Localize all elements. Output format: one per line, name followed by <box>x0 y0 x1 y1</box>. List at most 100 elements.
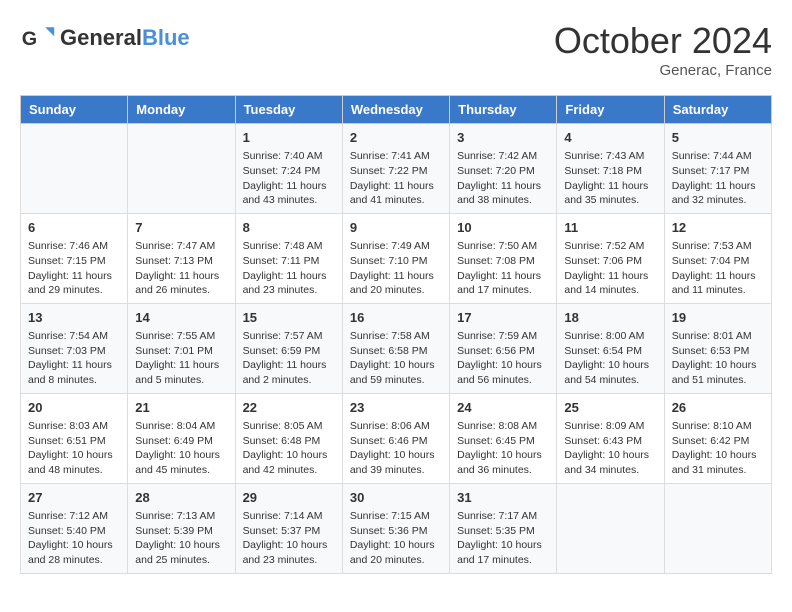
day-info-line: Sunset: 6:51 PM <box>28 434 120 449</box>
day-info-line: Daylight: 11 hours and 11 minutes. <box>672 269 764 298</box>
calendar-cell: 28Sunrise: 7:13 AMSunset: 5:39 PMDayligh… <box>128 483 235 573</box>
day-info-line: Sunset: 7:01 PM <box>135 344 227 359</box>
logo: G GeneralBlue <box>20 20 190 56</box>
day-info-line: Sunrise: 7:15 AM <box>350 509 442 524</box>
day-info-line: Sunset: 6:58 PM <box>350 344 442 359</box>
day-info-line: Sunrise: 7:49 AM <box>350 239 442 254</box>
day-info-line: Daylight: 10 hours and 56 minutes. <box>457 358 549 387</box>
day-info-line: Sunrise: 7:14 AM <box>243 509 335 524</box>
weekday-header: Monday <box>128 96 235 124</box>
calendar-cell: 11Sunrise: 7:52 AMSunset: 7:06 PMDayligh… <box>557 213 664 303</box>
day-info-line: Daylight: 11 hours and 41 minutes. <box>350 179 442 208</box>
day-number: 6 <box>28 219 120 237</box>
day-info-line: Daylight: 11 hours and 5 minutes. <box>135 358 227 387</box>
day-info-line: Sunset: 7:24 PM <box>243 164 335 179</box>
day-info-line: Daylight: 11 hours and 17 minutes. <box>457 269 549 298</box>
calendar-week-row: 20Sunrise: 8:03 AMSunset: 6:51 PMDayligh… <box>21 393 772 483</box>
day-info-line: Daylight: 10 hours and 51 minutes. <box>672 358 764 387</box>
day-info-line: Daylight: 11 hours and 38 minutes. <box>457 179 549 208</box>
day-info-line: Sunset: 5:35 PM <box>457 524 549 539</box>
day-info-line: Daylight: 10 hours and 25 minutes. <box>135 538 227 567</box>
weekday-header: Wednesday <box>342 96 449 124</box>
day-info-line: Sunrise: 7:43 AM <box>564 149 656 164</box>
day-number: 18 <box>564 309 656 327</box>
day-info-line: Sunrise: 7:44 AM <box>672 149 764 164</box>
day-number: 26 <box>672 399 764 417</box>
day-number: 4 <box>564 129 656 147</box>
calendar-cell: 20Sunrise: 8:03 AMSunset: 6:51 PMDayligh… <box>21 393 128 483</box>
calendar-cell: 19Sunrise: 8:01 AMSunset: 6:53 PMDayligh… <box>664 303 771 393</box>
day-info-line: Daylight: 11 hours and 29 minutes. <box>28 269 120 298</box>
day-info-line: Daylight: 10 hours and 20 minutes. <box>350 538 442 567</box>
calendar-cell: 23Sunrise: 8:06 AMSunset: 6:46 PMDayligh… <box>342 393 449 483</box>
calendar-cell: 5Sunrise: 7:44 AMSunset: 7:17 PMDaylight… <box>664 124 771 214</box>
day-info-line: Sunset: 7:22 PM <box>350 164 442 179</box>
calendar-cell: 12Sunrise: 7:53 AMSunset: 7:04 PMDayligh… <box>664 213 771 303</box>
day-info-line: Sunset: 6:56 PM <box>457 344 549 359</box>
day-info-line: Daylight: 11 hours and 8 minutes. <box>28 358 120 387</box>
day-info-line: Sunrise: 7:42 AM <box>457 149 549 164</box>
calendar-cell: 2Sunrise: 7:41 AMSunset: 7:22 PMDaylight… <box>342 124 449 214</box>
calendar-cell <box>664 483 771 573</box>
day-info-line: Daylight: 11 hours and 43 minutes. <box>243 179 335 208</box>
day-number: 20 <box>28 399 120 417</box>
day-number: 29 <box>243 489 335 507</box>
day-info-line: Sunrise: 8:04 AM <box>135 419 227 434</box>
day-info-line: Daylight: 10 hours and 54 minutes. <box>564 358 656 387</box>
weekday-header: Tuesday <box>235 96 342 124</box>
calendar-cell: 21Sunrise: 8:04 AMSunset: 6:49 PMDayligh… <box>128 393 235 483</box>
calendar-week-row: 13Sunrise: 7:54 AMSunset: 7:03 PMDayligh… <box>21 303 772 393</box>
day-info-line: Sunset: 7:04 PM <box>672 254 764 269</box>
calendar-cell <box>557 483 664 573</box>
day-info-line: Sunset: 6:42 PM <box>672 434 764 449</box>
day-info-line: Sunset: 6:54 PM <box>564 344 656 359</box>
day-info-line: Sunset: 7:06 PM <box>564 254 656 269</box>
day-info-line: Daylight: 10 hours and 59 minutes. <box>350 358 442 387</box>
day-info-line: Daylight: 10 hours and 39 minutes. <box>350 448 442 477</box>
calendar-cell: 22Sunrise: 8:05 AMSunset: 6:48 PMDayligh… <box>235 393 342 483</box>
day-info-line: Sunset: 7:08 PM <box>457 254 549 269</box>
day-info-line: Sunset: 6:43 PM <box>564 434 656 449</box>
calendar-cell: 31Sunrise: 7:17 AMSunset: 5:35 PMDayligh… <box>450 483 557 573</box>
title-block: October 2024 Generac, France <box>554 20 772 79</box>
day-info-line: Sunrise: 8:01 AM <box>672 329 764 344</box>
page-header: G GeneralBlue October 2024 Generac, Fran… <box>20 20 772 79</box>
day-info-line: Sunrise: 7:41 AM <box>350 149 442 164</box>
calendar-cell: 9Sunrise: 7:49 AMSunset: 7:10 PMDaylight… <box>342 213 449 303</box>
day-number: 8 <box>243 219 335 237</box>
day-number: 15 <box>243 309 335 327</box>
calendar-cell: 17Sunrise: 7:59 AMSunset: 6:56 PMDayligh… <box>450 303 557 393</box>
day-info-line: Daylight: 10 hours and 45 minutes. <box>135 448 227 477</box>
day-number: 7 <box>135 219 227 237</box>
day-info-line: Sunset: 6:59 PM <box>243 344 335 359</box>
day-info-line: Sunset: 7:11 PM <box>243 254 335 269</box>
day-info-line: Sunrise: 7:57 AM <box>243 329 335 344</box>
day-info-line: Daylight: 11 hours and 2 minutes. <box>243 358 335 387</box>
day-info-line: Daylight: 11 hours and 26 minutes. <box>135 269 227 298</box>
day-info-line: Sunrise: 7:55 AM <box>135 329 227 344</box>
calendar-table: SundayMondayTuesdayWednesdayThursdayFrid… <box>20 95 772 574</box>
day-info-line: Sunrise: 7:52 AM <box>564 239 656 254</box>
day-info-line: Sunrise: 7:54 AM <box>28 329 120 344</box>
day-number: 28 <box>135 489 227 507</box>
day-info-line: Sunrise: 8:08 AM <box>457 419 549 434</box>
calendar-cell: 4Sunrise: 7:43 AMSunset: 7:18 PMDaylight… <box>557 124 664 214</box>
day-info-line: Sunrise: 8:10 AM <box>672 419 764 434</box>
calendar-cell: 3Sunrise: 7:42 AMSunset: 7:20 PMDaylight… <box>450 124 557 214</box>
calendar-cell: 7Sunrise: 7:47 AMSunset: 7:13 PMDaylight… <box>128 213 235 303</box>
calendar-cell: 16Sunrise: 7:58 AMSunset: 6:58 PMDayligh… <box>342 303 449 393</box>
day-info-line: Daylight: 11 hours and 23 minutes. <box>243 269 335 298</box>
day-info-line: Sunset: 7:20 PM <box>457 164 549 179</box>
day-info-line: Sunrise: 8:09 AM <box>564 419 656 434</box>
calendar-cell: 10Sunrise: 7:50 AMSunset: 7:08 PMDayligh… <box>450 213 557 303</box>
day-info-line: Sunrise: 7:47 AM <box>135 239 227 254</box>
calendar-cell: 8Sunrise: 7:48 AMSunset: 7:11 PMDaylight… <box>235 213 342 303</box>
calendar-cell <box>21 124 128 214</box>
calendar-cell: 14 Sunrise: 7:55 AMSunset: 7:01 PMDayligh… <box>128 303 235 393</box>
logo-text: GeneralBlue <box>60 26 190 50</box>
day-info-line: Daylight: 10 hours and 31 minutes. <box>672 448 764 477</box>
day-number: 14 <box>135 309 227 327</box>
day-number: 27 <box>28 489 120 507</box>
calendar-cell: 24Sunrise: 8:08 AMSunset: 6:45 PMDayligh… <box>450 393 557 483</box>
day-info-line: Sunset: 5:39 PM <box>135 524 227 539</box>
